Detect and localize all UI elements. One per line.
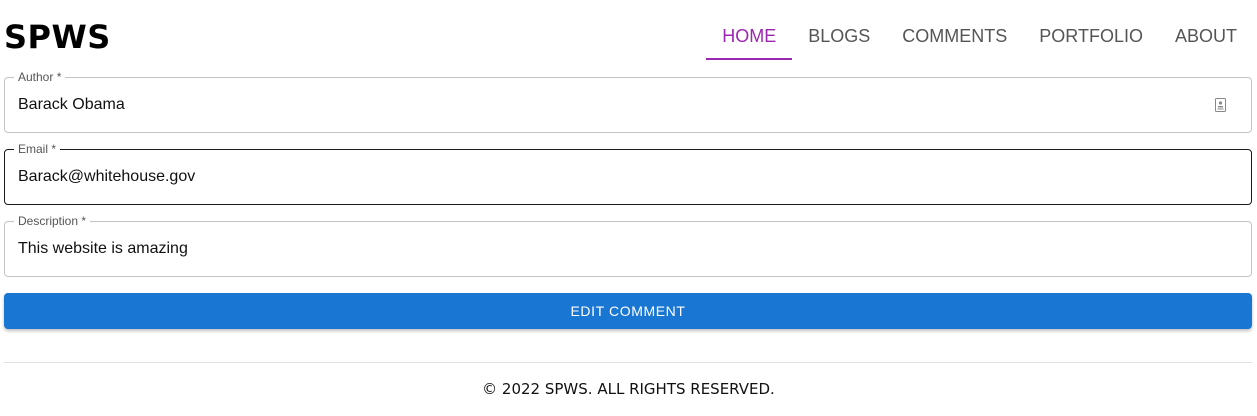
contact-card-icon[interactable] [1215, 98, 1226, 112]
footer-copyright: © 2022 SPWS. ALL RIGHTS RESERVED. [482, 380, 775, 398]
nav-portfolio[interactable]: PORTFOLIO [1023, 18, 1159, 60]
nav-home[interactable]: HOME [706, 18, 793, 60]
main-nav: HOME BLOGS COMMENTS PORTFOLIO ABOUT [706, 18, 1253, 60]
email-field[interactable]: Email * Barack@whitehouse.gov [4, 142, 1252, 205]
site-logo-text[interactable]: SPWS [4, 18, 111, 56]
description-input[interactable]: This website is amazing [18, 221, 188, 277]
email-input[interactable]: Barack@whitehouse.gov [18, 149, 195, 205]
nav-blogs[interactable]: BLOGS [792, 18, 886, 60]
description-field-outline [4, 221, 1252, 277]
edit-comment-button[interactable]: EDIT COMMENT [4, 293, 1252, 329]
description-field[interactable]: Description * This website is amazing [4, 214, 1252, 277]
author-field-outline [4, 77, 1252, 133]
nav-comments[interactable]: COMMENTS [886, 18, 1023, 60]
footer-divider [4, 362, 1252, 363]
page: SPWS HOME BLOGS COMMENTS PORTFOLIO ABOUT… [0, 0, 1257, 416]
nav-about[interactable]: ABOUT [1159, 18, 1253, 60]
author-input[interactable]: Barack Obama [18, 77, 125, 133]
author-field[interactable]: Author * Barack Obama [4, 70, 1252, 133]
